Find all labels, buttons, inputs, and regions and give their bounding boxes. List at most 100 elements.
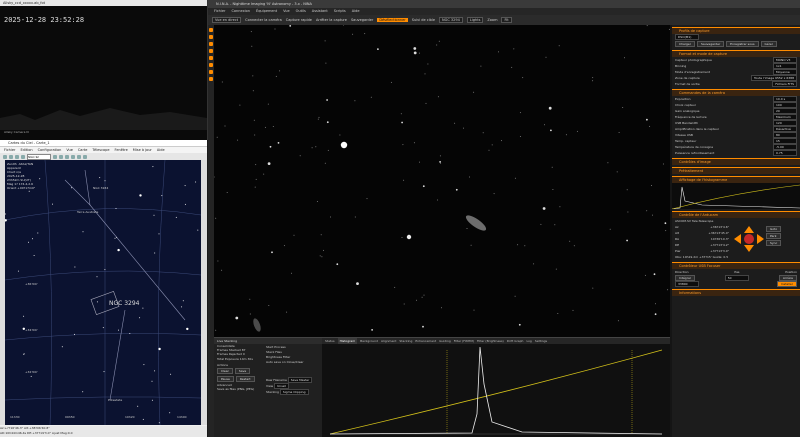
save-button[interactable]: Sauvegarder [351, 18, 373, 22]
tool-icon[interactable] [65, 154, 69, 159]
menu-chart[interactable]: Carte [78, 147, 88, 153]
histogram-header[interactable]: Affichage de l'histogramme [672, 176, 800, 183]
tool-icon[interactable] [21, 154, 25, 159]
menu-view[interactable]: Vue [283, 8, 290, 15]
connect-camera-button[interactable]: Connecter la caméra [245, 18, 282, 22]
check-autosave[interactable]: Auto save on Close/Clear [266, 360, 304, 364]
check-stack-files[interactable]: Stack Files [266, 350, 282, 354]
tool-icon[interactable] [209, 63, 213, 67]
target-field[interactable]: NGC 3294 [439, 17, 463, 23]
allsky-titlebar[interactable]: Allsky_ccd_xxxxx.ab_fot [0, 0, 207, 6]
galaxy [465, 215, 487, 231]
menu-view[interactable]: Vue [66, 147, 73, 153]
install-button[interactable]: Installer [776, 281, 797, 287]
field-value[interactable]: Sigma Clipping [279, 389, 309, 395]
star [550, 129, 552, 132]
menu-file[interactable]: Fichier [214, 8, 225, 15]
tool-icon[interactable] [9, 154, 13, 159]
zoom-select[interactable]: Fit [501, 17, 512, 23]
star [573, 245, 575, 247]
tool-icon[interactable] [209, 77, 213, 81]
star [545, 56, 547, 58]
tool-icon[interactable] [53, 154, 57, 159]
format-header[interactable]: Format et mode de capture [672, 50, 800, 57]
tool-icon[interactable] [209, 28, 213, 32]
profile-select[interactable]: DSO(M1) [675, 34, 699, 40]
notes-header[interactable]: Informations [672, 289, 800, 296]
tool-icon[interactable] [59, 154, 63, 159]
park-button[interactable]: Park [766, 233, 782, 239]
slew-pad[interactable] [732, 224, 766, 254]
save-as-button[interactable]: Enregistrer sous [726, 41, 759, 47]
check-brightness[interactable]: Brightness Filter [266, 355, 290, 359]
slew-north-icon[interactable] [744, 226, 754, 233]
save-profile-button[interactable]: Sauvegarder [697, 41, 725, 47]
menu-wizard[interactable]: Assistant [312, 8, 328, 15]
tool-icon[interactable] [15, 154, 19, 159]
framing-button[interactable]: Suivi de cible [412, 18, 435, 22]
restart-button[interactable]: Restart [235, 376, 255, 383]
focus-step-input[interactable]: 50 [724, 275, 749, 281]
slew-south-icon[interactable] [744, 245, 754, 252]
menu-file[interactable]: Fichier [4, 147, 15, 153]
star [264, 126, 266, 128]
stop-icon[interactable] [744, 234, 754, 244]
filter-select[interactable]: Lights [466, 17, 484, 23]
tool-icon[interactable] [209, 35, 213, 39]
tool-icon[interactable] [71, 154, 75, 159]
menu-scripts[interactable]: Scripts [334, 8, 346, 15]
tool-icon[interactable] [209, 49, 213, 53]
camera-cmd-header[interactable]: Commandes de la caméra [672, 89, 800, 96]
image-viewer[interactable] [214, 25, 670, 337]
star [511, 66, 513, 68]
pause-button[interactable]: Pause [217, 376, 234, 383]
tool-icon[interactable] [77, 154, 81, 159]
load-button[interactable]: Charger [675, 41, 695, 47]
menu-help[interactable]: Aide [157, 147, 165, 153]
menu-telescope[interactable]: Télescope [92, 147, 109, 153]
search-input[interactable] [27, 153, 51, 160]
cooler-input[interactable]: 0.75 [773, 150, 797, 156]
menu-connect[interactable]: Connexion [231, 8, 250, 15]
save-stack-button[interactable]: Save [234, 368, 251, 375]
sky-chart[interactable]: Zenith AltAz/TAN Apparent Chart n/a 2025… [5, 160, 201, 425]
menu-equipment[interactable]: Équipement [256, 8, 277, 15]
menu-config[interactable]: Configuration [38, 147, 62, 153]
planetarium-titlebar[interactable]: Cartes du Ciel - Carte_1 [0, 140, 207, 147]
tool-icon[interactable] [209, 42, 213, 46]
pretreatment-header[interactable]: Prétraitement [672, 167, 800, 174]
check-start[interactable]: Start Process [266, 345, 286, 349]
sync-button[interactable]: Sync [766, 240, 782, 246]
profile-header[interactable]: Profils de capture [672, 27, 800, 34]
scope-header[interactable]: Contrôle de l'Arducam [672, 211, 800, 218]
tool-icon[interactable] [209, 70, 213, 74]
star [664, 222, 667, 225]
right-toolstrip[interactable] [201, 160, 207, 425]
field-value[interactable]: Save Master [287, 377, 313, 383]
slew-east-icon[interactable] [734, 234, 741, 244]
slew-west-icon[interactable] [757, 234, 764, 244]
clear-button[interactable]: Clear [217, 368, 233, 375]
live-view-button[interactable]: Vue en direct [212, 17, 242, 23]
goto-button[interactable]: Goto [766, 226, 782, 232]
star [646, 25, 648, 27]
image-controls-header[interactable]: Contrôles d'image [672, 158, 800, 165]
menu-window[interactable]: Fenêtre [115, 147, 128, 153]
menu-edit[interactable]: Edition [20, 147, 32, 153]
star [249, 298, 251, 300]
manage-button[interactable]: Gérer [760, 41, 777, 47]
menu-help[interactable]: Aide [352, 8, 360, 15]
focuser-header[interactable]: Contrôleur USB Focuser [672, 262, 800, 269]
deselect-button[interactable]: Désélectionner [377, 18, 408, 22]
tool-icon[interactable] [3, 154, 7, 159]
menu-tools[interactable]: Outils [296, 8, 306, 15]
file-select[interactable]: Fichiers FITS [772, 81, 797, 87]
stop-button[interactable]: Arrêter la capture [316, 18, 347, 22]
menu-update[interactable]: Mise à jour [133, 147, 152, 153]
capture-button[interactable]: Capture rapide [286, 18, 312, 22]
tool-icon[interactable] [83, 154, 87, 159]
target-label[interactable]: NGC 3294 [109, 300, 140, 307]
app-titlebar[interactable]: N.I.N.A. - Nighttime Imaging 'N' Astrono… [208, 0, 800, 8]
star [668, 28, 670, 30]
tool-icon[interactable] [209, 56, 213, 60]
